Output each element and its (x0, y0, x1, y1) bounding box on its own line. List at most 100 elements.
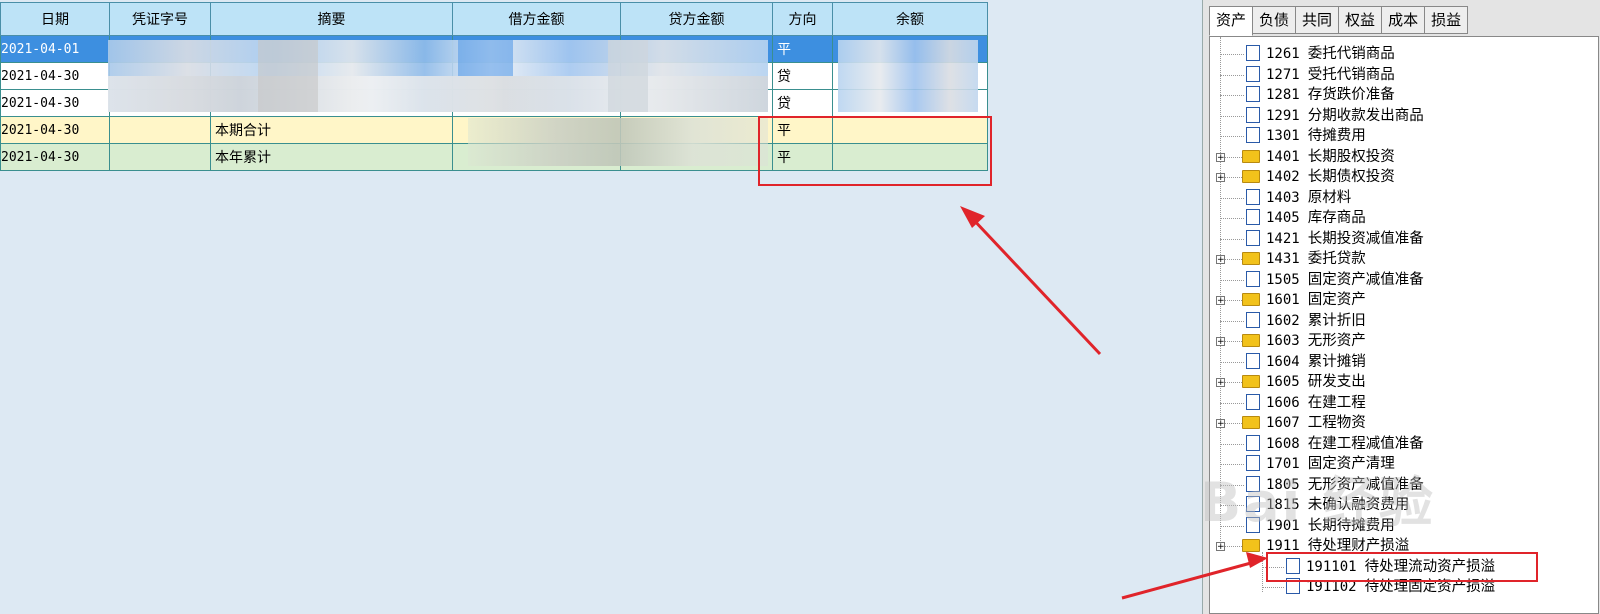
tree-item-code: 1601 (1266, 292, 1300, 308)
tree-item-1601[interactable]: 1601 固定资产 (1242, 290, 1366, 310)
tree-connector (1220, 218, 1244, 219)
col-header-date[interactable]: 日期 (0, 2, 110, 36)
tree-item-1505[interactable]: 1505 固定资产减值准备 (1246, 270, 1424, 290)
cell-direction[interactable]: 贷 (772, 89, 833, 117)
redaction-blur (838, 40, 978, 112)
document-icon (1246, 311, 1260, 328)
cell-direction[interactable]: 贷 (772, 62, 833, 90)
cell-summary[interactable]: 本期合计 (210, 116, 453, 144)
tree-item-label: 原材料 (1307, 189, 1352, 206)
col-header-summary[interactable]: 摘要 (210, 2, 453, 36)
tree-item-1301[interactable]: 1301 待摊费用 (1246, 126, 1366, 146)
tree-item-code: 1431 (1266, 251, 1300, 267)
tree-item-1261[interactable]: 1261 委托代销商品 (1246, 44, 1395, 64)
tree-connector (1220, 361, 1244, 363)
tree-item-code: 1405 (1266, 210, 1300, 226)
tree-item-1608[interactable]: 1608 在建工程减值准备 (1246, 434, 1424, 454)
cell-summary[interactable]: 本年累计 (210, 143, 453, 171)
tab-cost[interactable]: 成本 (1381, 6, 1426, 34)
tree-item-1403[interactable]: 1403 原材料 (1246, 188, 1351, 208)
expand-toggle-icon[interactable]: + (1216, 419, 1225, 429)
redaction-blur (468, 118, 768, 166)
tree-item-1805[interactable]: 1805 无形资产减值准备 (1246, 475, 1424, 495)
arrow-head-icon (960, 206, 985, 228)
tree-item-code: 1421 (1266, 230, 1300, 247)
tree-item-1701[interactable]: 1701 固定资产清理 (1246, 454, 1395, 474)
cell-date[interactable]: 2021-04-30 (0, 116, 110, 144)
tree-item-label: 存货跌价准备 (1307, 87, 1395, 103)
tree-item-code: 1607 (1266, 415, 1300, 431)
tree-item-1602[interactable]: 1602 累计折旧 (1246, 311, 1366, 331)
tree-item-1605[interactable]: 1605 研发支出 (1242, 372, 1366, 392)
tree-item-code: 1403 (1266, 189, 1300, 206)
tree-item-1405[interactable]: 1405 库存商品 (1246, 208, 1366, 228)
tree-item-code: 1402 (1266, 169, 1300, 185)
tree-item-1431[interactable]: 1431 委托贷款 (1242, 249, 1366, 269)
tree-item-1401[interactable]: 1401 长期股权投资 (1242, 147, 1395, 167)
expand-toggle-icon[interactable]: + (1216, 542, 1225, 552)
document-icon (1246, 65, 1260, 82)
folder-icon (1242, 170, 1260, 183)
document-icon (1246, 393, 1260, 410)
col-header-credit[interactable]: 贷方金额 (620, 2, 773, 36)
tree-item-code: 1281 (1266, 87, 1300, 103)
col-header-balance[interactable]: 余额 (832, 2, 988, 36)
tree-item-1291[interactable]: 1291 分期收款发出商品 (1246, 106, 1424, 126)
cell-date[interactable]: 2021-04-30 (0, 89, 110, 117)
tree-item-label: 库存商品 (1307, 210, 1366, 226)
ledger-header-row: 日期 凭证字号 摘要 借方金额 贷方金额 方向 余额 (0, 2, 988, 36)
expand-toggle-icon[interactable]: + (1216, 173, 1225, 183)
expand-toggle-icon[interactable]: + (1216, 152, 1225, 162)
cell-date[interactable]: 2021-04-30 (0, 62, 110, 90)
tree-item-1402[interactable]: 1402 长期债权投资 (1242, 167, 1395, 187)
cell-voucher[interactable] (109, 116, 211, 144)
tab-equity[interactable]: 权益 (1338, 6, 1383, 34)
tree-guide-line (1220, 37, 1221, 547)
tree-connector (1220, 197, 1244, 199)
redaction-blur (108, 40, 768, 112)
tree-connector (1220, 464, 1244, 465)
tree-item-label: 固定资产清理 (1307, 456, 1395, 472)
tree-item-label: 未确认融资费用 (1307, 497, 1410, 513)
tree-item-label: 固定资产减值准备 (1307, 271, 1424, 288)
tree-item-1421[interactable]: 1421 长期投资减值准备 (1246, 229, 1424, 249)
cell-date[interactable]: 2021-04-01 (0, 35, 110, 63)
tree-item-code: 1901 (1266, 517, 1300, 534)
tree-item-label: 工程物资 (1307, 415, 1366, 431)
tree-item-1271[interactable]: 1271 受托代销商品 (1246, 65, 1395, 85)
tree-item-1815[interactable]: 1815 未确认融资费用 (1246, 495, 1409, 515)
cell-voucher[interactable] (109, 143, 211, 171)
account-category-tabs: 资产 负债 共同 权益 成本 损益 (1209, 6, 1469, 36)
expand-toggle-icon[interactable]: + (1216, 296, 1225, 306)
expand-toggle-icon[interactable]: + (1216, 378, 1225, 388)
tree-item-1603[interactable]: 1603 无形资产 (1242, 331, 1366, 351)
tree-item-1281[interactable]: 1281 存货跌价准备 (1246, 85, 1395, 105)
document-icon (1246, 229, 1260, 246)
document-icon (1246, 188, 1260, 205)
expand-toggle-icon[interactable]: + (1216, 337, 1225, 347)
tree-connector (1220, 402, 1244, 404)
tab-profit-loss[interactable]: 损益 (1424, 6, 1469, 34)
tree-connector (1220, 279, 1244, 281)
tab-liabilities[interactable]: 负债 (1252, 6, 1297, 34)
account-tree[interactable]: 1261 委托代销商品 1271 受托代销商品 1281 存货跌价准备 1291 分期收款发出… (1209, 36, 1599, 614)
tab-common[interactable]: 共同 (1295, 6, 1340, 34)
tree-connector (1220, 74, 1244, 76)
expand-toggle-icon[interactable]: + (1216, 255, 1225, 265)
document-icon (1246, 455, 1260, 471)
tree-item-1607[interactable]: 1607 工程物资 (1242, 413, 1366, 433)
tree-item-code: 1805 (1266, 476, 1300, 493)
col-header-debit[interactable]: 借方金额 (452, 2, 621, 36)
tree-connector (1220, 136, 1244, 137)
document-icon (1246, 475, 1260, 492)
tree-item-1606[interactable]: 1606 在建工程 (1246, 393, 1366, 413)
tree-item-1604[interactable]: 1604 累计摊销 (1246, 352, 1366, 372)
col-header-direction[interactable]: 方向 (772, 2, 833, 36)
col-header-voucher[interactable]: 凭证字号 (109, 2, 211, 36)
tree-item-label: 无形资产 (1307, 333, 1366, 349)
tab-assets[interactable]: 资产 (1209, 6, 1254, 36)
tree-item-1901[interactable]: 1901 长期待摊费用 (1246, 516, 1395, 536)
document-icon (1246, 496, 1260, 512)
cell-direction[interactable]: 平 (772, 35, 833, 63)
cell-date[interactable]: 2021-04-30 (0, 143, 110, 171)
